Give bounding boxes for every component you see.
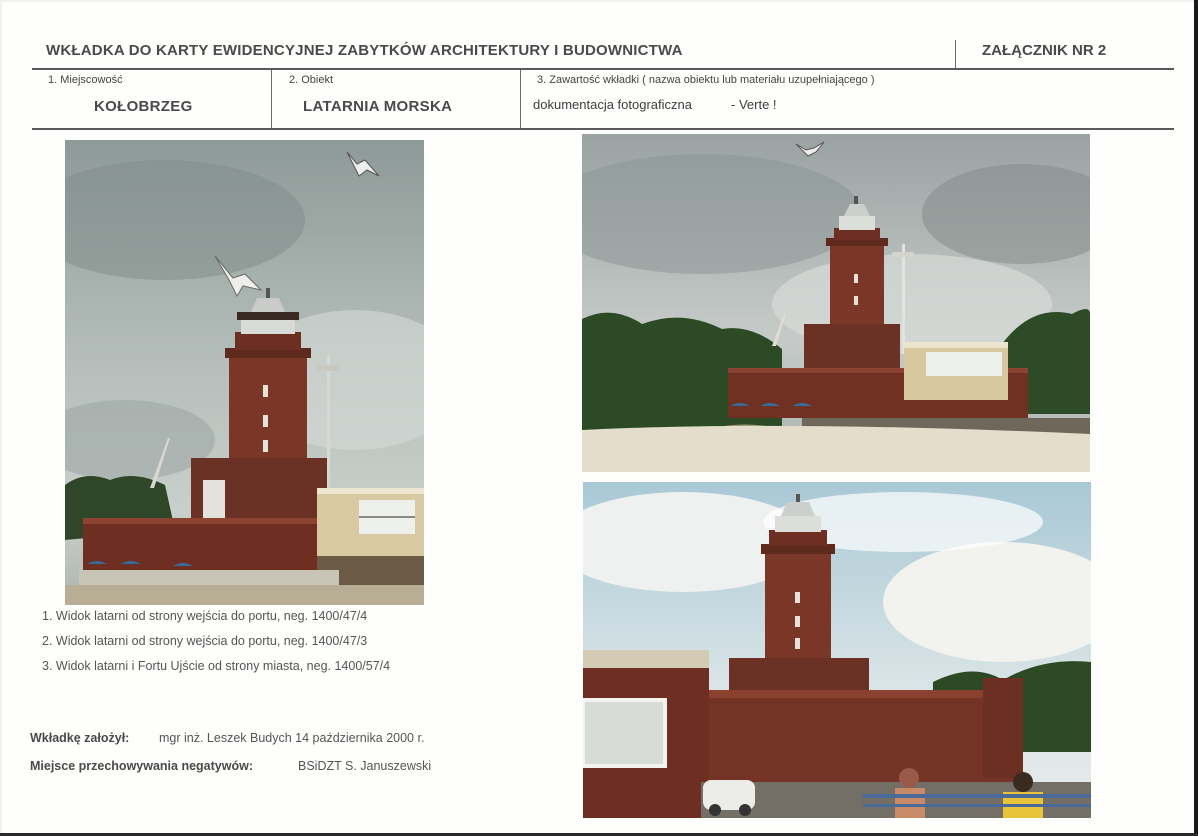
photo-1-lighthouse: [65, 140, 424, 605]
content-label: 3. Zawartość wkładki ( nazwa obiektu lub…: [537, 74, 875, 86]
place-label: 1. Miejscowość: [48, 74, 123, 86]
photo-3-lighthouse-fort: [583, 482, 1091, 818]
scan-edge: [1194, 0, 1198, 836]
fields-rule: [32, 128, 1174, 130]
storage-value: BSiDZT S. Januszewski: [298, 759, 432, 773]
header-divider: [955, 40, 956, 68]
photo-2-lighthouse-beach: [582, 134, 1090, 472]
content-value: dokumentacja fotograficzna: [533, 97, 692, 112]
annex-number: ZAŁĄCZNIK NR 2: [982, 42, 1107, 59]
document-title: WKŁADKA DO KARTY EWIDENCYJNEJ ZABYTKÓW A…: [46, 42, 683, 59]
field-divider-1: [271, 70, 272, 128]
place-value: KOŁOBRZEG: [94, 98, 193, 115]
object-label: 2. Obiekt: [289, 74, 334, 86]
header-rule: [32, 68, 1174, 70]
caption-1: 1. Widok latarni od strony wejścia do po…: [42, 609, 368, 623]
caption-3: 3. Widok latarni i Fortu Ujście od stron…: [42, 659, 391, 673]
field-divider-2: [520, 70, 521, 128]
created-value: mgr inż. Leszek Budych 14 października 2…: [159, 731, 425, 745]
object-value: LATARNIA MORSKA: [303, 98, 453, 115]
content-note: - Verte !: [731, 97, 777, 112]
storage-label: Miejsce przechowywania negatywów:: [30, 759, 253, 773]
caption-2: 2. Widok latarni od strony wejścia do po…: [42, 634, 368, 648]
created-label: Wkładkę założył:: [30, 731, 130, 745]
document-page: WKŁADKA DO KARTY EWIDENCYJNEJ ZABYTKÓW A…: [0, 0, 1198, 836]
